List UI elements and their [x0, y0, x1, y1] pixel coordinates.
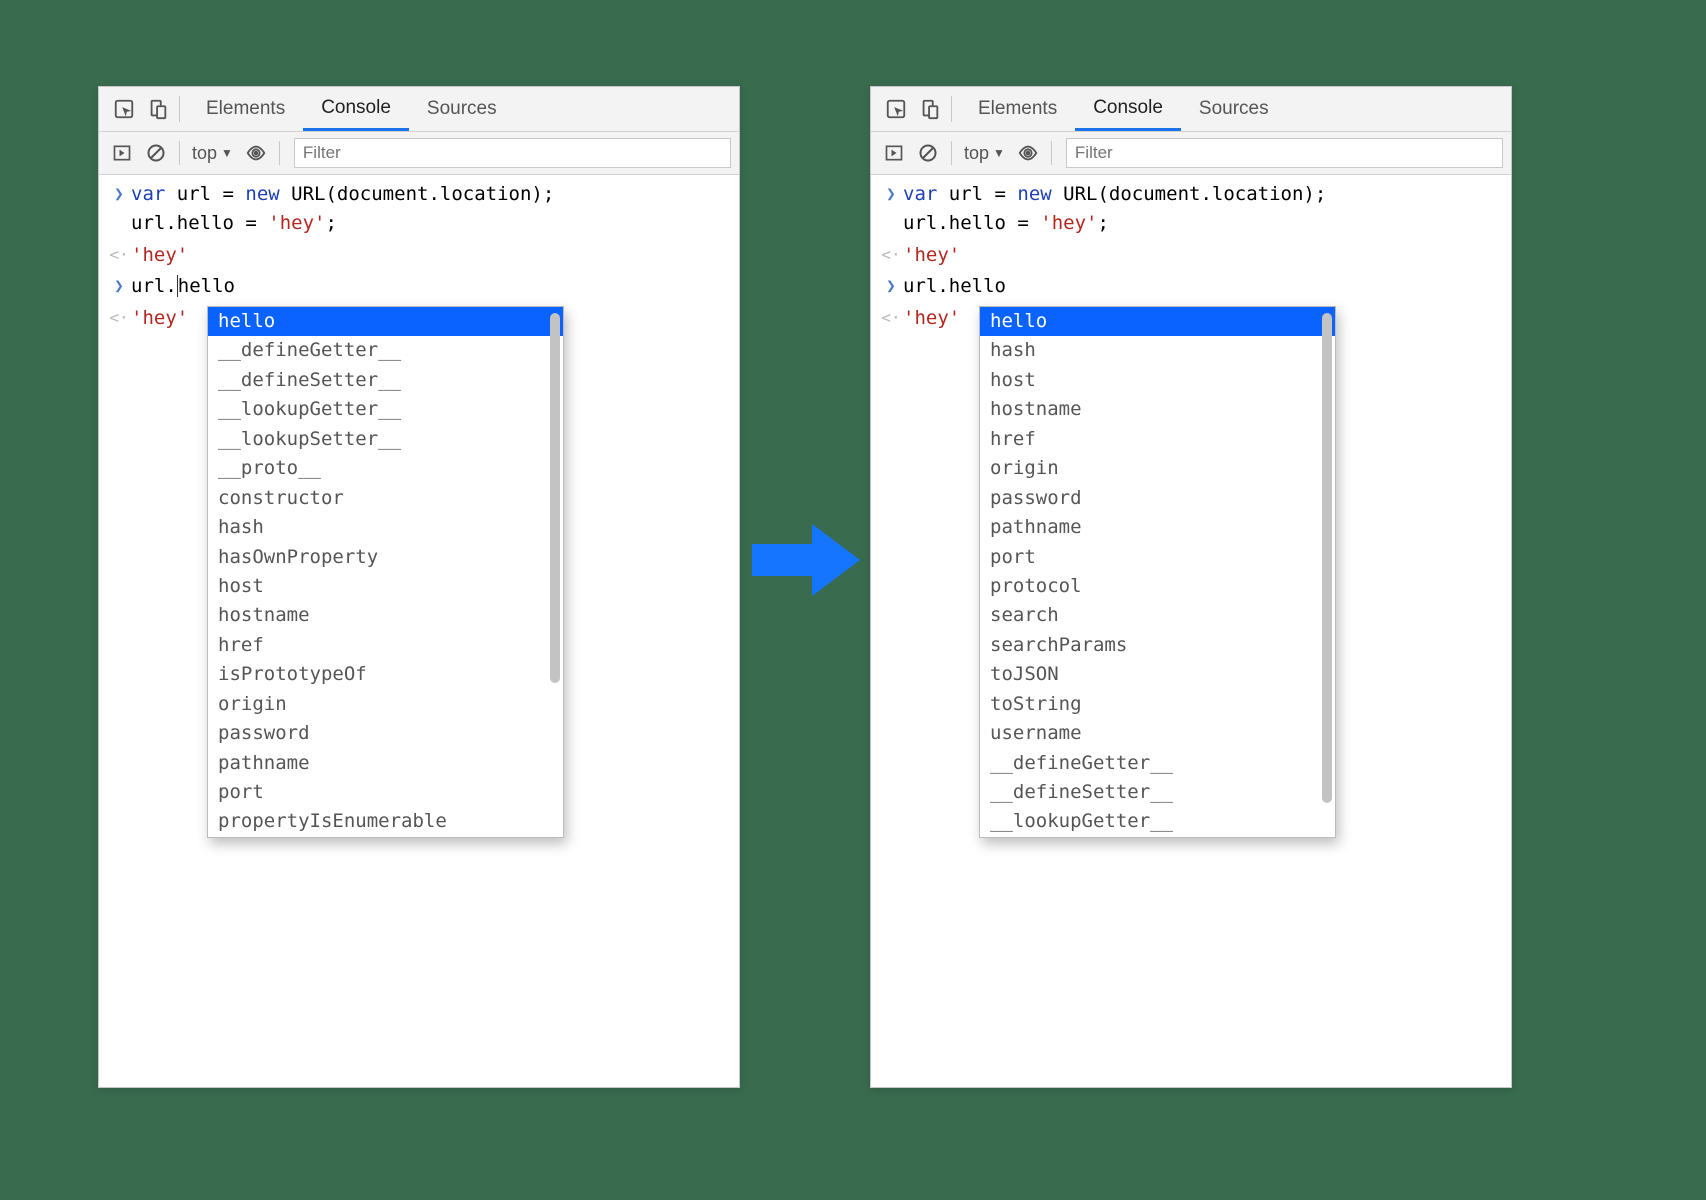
- autocomplete-option[interactable]: password: [980, 484, 1335, 513]
- return-icon: <·: [107, 241, 131, 270]
- autocomplete-popup[interactable]: hellohashhosthostnamehreforiginpasswordp…: [979, 306, 1336, 838]
- context-label: top: [192, 143, 217, 164]
- inspect-icon[interactable]: [879, 87, 913, 131]
- autocomplete-option[interactable]: searchParams: [980, 631, 1335, 660]
- autocomplete-option[interactable]: hash: [980, 336, 1335, 365]
- chevron-down-icon: ▼: [993, 146, 1005, 160]
- autocomplete-option[interactable]: password: [208, 719, 563, 748]
- autocomplete-option[interactable]: __defineSetter__: [980, 778, 1335, 807]
- autocomplete-option[interactable]: __defineGetter__: [980, 749, 1335, 778]
- return-icon: <·: [107, 304, 131, 333]
- console-return-value: 'hey': [131, 241, 731, 270]
- autocomplete-option[interactable]: constructor: [208, 484, 563, 513]
- tab-sources[interactable]: Sources: [409, 87, 515, 131]
- prompt-icon: ❯: [879, 180, 903, 239]
- arrow-icon: [752, 520, 860, 600]
- autocomplete-option[interactable]: hello: [208, 307, 563, 336]
- autocomplete-option[interactable]: pathname: [208, 749, 563, 778]
- console-input-current[interactable]: url.hello: [903, 272, 1503, 301]
- context-selector[interactable]: top ▼: [186, 143, 239, 164]
- device-toggle-icon[interactable]: [141, 87, 175, 131]
- divider: [951, 96, 952, 122]
- autocomplete-option[interactable]: host: [980, 366, 1335, 395]
- tab-strip: Elements Console Sources: [871, 87, 1511, 132]
- prompt-icon: ❯: [107, 180, 131, 239]
- tab-strip: Elements Console Sources: [99, 87, 739, 132]
- autocomplete-option[interactable]: username: [980, 719, 1335, 748]
- divider: [1051, 141, 1052, 165]
- console-input-line[interactable]: var url = new URL(document.location); ur…: [903, 180, 1503, 239]
- tab-elements[interactable]: Elements: [188, 87, 303, 131]
- autocomplete-option[interactable]: __lookupSetter__: [208, 425, 563, 454]
- tab-sources[interactable]: Sources: [1181, 87, 1287, 131]
- autocomplete-option[interactable]: __lookupGetter__: [208, 395, 563, 424]
- live-expression-icon[interactable]: [1011, 132, 1045, 174]
- console-return-value: 'hey': [903, 241, 1503, 270]
- tab-console[interactable]: Console: [303, 87, 409, 131]
- autocomplete-option[interactable]: href: [208, 631, 563, 660]
- clear-console-icon[interactable]: [139, 132, 173, 174]
- prompt-icon: ❯: [107, 272, 131, 301]
- autocomplete-option[interactable]: propertyIsEnumerable: [208, 807, 563, 836]
- autocomplete-option[interactable]: hasOwnProperty: [208, 543, 563, 572]
- autocomplete-option[interactable]: hostname: [208, 601, 563, 630]
- autocomplete-option[interactable]: pathname: [980, 513, 1335, 542]
- autocomplete-option[interactable]: port: [980, 543, 1335, 572]
- context-label: top: [964, 143, 989, 164]
- sidebar-toggle-icon[interactable]: [877, 132, 911, 174]
- sidebar-toggle-icon[interactable]: [105, 132, 139, 174]
- autocomplete-option[interactable]: toString: [980, 690, 1335, 719]
- scrollbar[interactable]: [1322, 313, 1332, 803]
- autocomplete-option[interactable]: search: [980, 601, 1335, 630]
- divider: [179, 96, 180, 122]
- device-toggle-icon[interactable]: [913, 87, 947, 131]
- autocomplete-option[interactable]: hash: [208, 513, 563, 542]
- divider: [279, 141, 280, 165]
- console-toolbar: top ▼: [871, 132, 1511, 175]
- devtools-panel-before: Elements Console Sources top ▼: [98, 86, 740, 1088]
- autocomplete-option[interactable]: toJSON: [980, 660, 1335, 689]
- divider: [951, 141, 952, 165]
- divider: [179, 141, 180, 165]
- autocomplete-option[interactable]: hello: [980, 307, 1335, 336]
- return-icon: <·: [879, 241, 903, 270]
- return-icon: <·: [879, 304, 903, 333]
- chevron-down-icon: ▼: [221, 146, 233, 160]
- tab-console[interactable]: Console: [1075, 87, 1181, 131]
- autocomplete-option[interactable]: origin: [208, 690, 563, 719]
- console-input-current[interactable]: url.hello: [131, 272, 731, 301]
- context-selector[interactable]: top ▼: [958, 143, 1011, 164]
- inspect-icon[interactable]: [107, 87, 141, 131]
- tab-elements[interactable]: Elements: [960, 87, 1075, 131]
- autocomplete-option[interactable]: origin: [980, 454, 1335, 483]
- autocomplete-option[interactable]: host: [208, 572, 563, 601]
- autocomplete-option[interactable]: __lookupGetter__: [980, 807, 1335, 836]
- live-expression-icon[interactable]: [239, 132, 273, 174]
- autocomplete-option[interactable]: port: [208, 778, 563, 807]
- autocomplete-option[interactable]: hostname: [980, 395, 1335, 424]
- clear-console-icon[interactable]: [911, 132, 945, 174]
- autocomplete-option[interactable]: isPrototypeOf: [208, 660, 563, 689]
- console-toolbar: top ▼: [99, 132, 739, 175]
- autocomplete-option[interactable]: __defineSetter__: [208, 366, 563, 395]
- devtools-panel-after: Elements Console Sources top ▼: [870, 86, 1512, 1088]
- filter-input[interactable]: [294, 138, 731, 168]
- console-input-line[interactable]: var url = new URL(document.location); ur…: [131, 180, 731, 239]
- scrollbar[interactable]: [550, 313, 560, 683]
- autocomplete-option[interactable]: href: [980, 425, 1335, 454]
- autocomplete-option[interactable]: __proto__: [208, 454, 563, 483]
- autocomplete-option[interactable]: protocol: [980, 572, 1335, 601]
- autocomplete-option[interactable]: __defineGetter__: [208, 336, 563, 365]
- autocomplete-popup[interactable]: hello__defineGetter____defineSetter____l…: [207, 306, 564, 838]
- prompt-icon: ❯: [879, 272, 903, 301]
- filter-input[interactable]: [1066, 138, 1503, 168]
